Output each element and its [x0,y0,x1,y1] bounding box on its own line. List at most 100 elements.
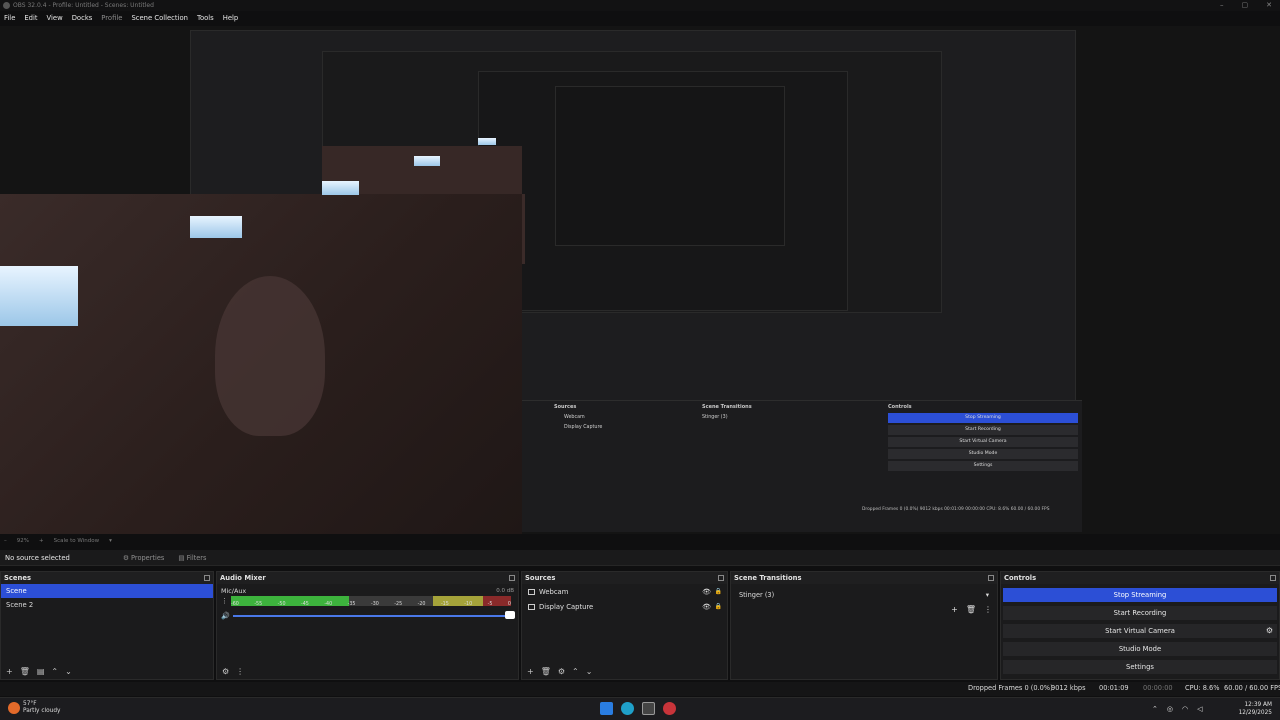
move-down-icon[interactable]: ⌄ [586,667,593,676]
channel-menu-icon[interactable]: ⋮ [221,597,228,605]
menu-scene-collection[interactable]: Scene Collection [131,14,188,22]
transition-selected: Stinger (3) [739,591,775,599]
properties-button[interactable]: ⚙ Properties [123,554,164,562]
transitions-title: Scene Transitions [734,574,802,582]
weather-text: 57°F Partly cloudy [23,701,60,715]
move-up-icon[interactable]: ⌃ [572,667,579,676]
nested-controls-title: Controls [888,404,912,410]
title-bar: OBS 32.0.4 - Profile: Untitled - Scenes:… [0,0,1280,11]
chevron-up-icon[interactable]: ⌃ [1152,705,1158,713]
sources-dock: Sources Webcam 👁 🔒 Display Capture 👁 🔒 +… [521,571,728,680]
menu-file[interactable]: File [4,14,15,22]
obs-taskbar-icon[interactable] [663,702,676,715]
zoom-out-icon[interactable]: – [4,538,7,544]
undock-icon[interactable] [988,575,994,581]
volume-icon[interactable]: ◁ [1197,705,1202,713]
start-virtual-camera-button[interactable]: Start Virtual Camera ⚙ [1003,624,1277,638]
add-icon[interactable]: + [951,605,958,614]
preview-canvas[interactable]: Sources Scene Transitions Controls Webca… [0,26,1280,534]
volume-slider[interactable] [233,615,513,617]
meter-tick: -15 [440,602,449,607]
menu-view[interactable]: View [47,14,63,22]
taskbar: 57°F Partly cloudy ⌃ ◎ ◠ ◁ 12:39 AM 12/29… [0,697,1280,720]
recursive-preview-layer [555,86,785,246]
scene-item[interactable]: Scene [1,584,213,598]
monitor-glow [414,156,440,166]
move-up-icon[interactable]: ⌃ [51,667,58,676]
mixer-menu-icon[interactable]: ⋮ [236,667,244,676]
monitor-glow [322,181,359,195]
nested-status: Dropped Frames 0 (0.0%) 9012 kbps 00:01:… [862,507,1050,512]
scene-item[interactable]: Scene 2 [1,598,213,612]
filter-icon[interactable]: ▤ [37,667,45,676]
menu-edit[interactable]: Edit [24,14,37,22]
mixer-db-value: 0.0 dB [496,588,514,594]
mixer-settings-icon[interactable]: ⚙ [222,667,229,676]
nested-virtual-camera: Start Virtual Camera [888,437,1078,447]
undock-icon[interactable] [509,575,515,581]
add-icon[interactable]: + [6,667,13,676]
network-icon[interactable]: ◎ [1167,705,1173,713]
dropped-frames: Dropped Frames 0 (0.0%) [968,684,1053,692]
undock-icon[interactable] [718,575,724,581]
wifi-icon[interactable]: ◠ [1182,705,1188,713]
filters-button[interactable]: ▤ Filters [178,554,206,562]
start-recording-button[interactable]: Start Recording [1003,606,1277,620]
scenes-toolbar: + 🗑 ▤ ⌃ ⌄ [1,665,72,677]
undock-icon[interactable] [1270,575,1276,581]
taskbar-apps [600,702,676,715]
window-title: OBS 32.0.4 - Profile: Untitled - Scenes:… [13,2,154,9]
settings-button[interactable]: Settings [1003,660,1277,674]
status-bar: Dropped Frames 0 (0.0%) 9012 kbps 00:01:… [0,682,1280,696]
windows-start-icon[interactable] [600,702,613,715]
gear-icon[interactable]: ⚙ [1266,624,1273,638]
menu-tools[interactable]: Tools [197,14,214,22]
visibility-eye-icon[interactable]: 👁 [702,588,711,596]
lock-icon[interactable]: 🔒 [715,603,722,610]
camera-icon [528,588,535,595]
weather-condition: Partly cloudy [23,708,61,714]
edge-icon[interactable] [621,702,634,715]
studio-mode-button[interactable]: Studio Mode [1003,642,1277,656]
add-icon[interactable]: + [527,667,534,676]
maximize-icon[interactable]: ▢ [1242,1,1249,9]
menu-docks[interactable]: Docks [72,14,93,22]
zoom-in-icon[interactable]: + [39,538,44,544]
gear-icon[interactable]: ⚙ [558,667,565,676]
scenes-title: Scenes [4,574,32,582]
close-icon[interactable]: ✕ [1266,1,1272,9]
chevron-down-icon[interactable]: ▾ [109,538,112,544]
scale-select[interactable]: Scale to Window [54,538,100,544]
stop-streaming-button[interactable]: Stop Streaming [1003,588,1277,602]
more-icon[interactable]: ⋮ [984,605,992,614]
trash-icon[interactable]: 🗑 [966,605,976,614]
lock-icon[interactable]: 🔒 [715,588,722,595]
meter-tick: -50 [277,602,286,607]
volume-slider-handle[interactable] [505,611,515,619]
window-controls: – ▢ ✕ [1220,1,1272,9]
meter-tick: -35 [347,602,356,607]
app-icon[interactable] [642,702,655,715]
weather-widget[interactable]: 57°F Partly cloudy [8,701,60,715]
source-toolbar: No source selected ⚙ Properties ▤ Filter… [0,550,1280,566]
nested-sources-title: Sources [554,404,577,410]
menu-profile[interactable]: Profile [101,14,122,22]
visibility-eye-icon[interactable]: 👁 [702,603,711,611]
source-item[interactable]: Webcam 👁 🔒 [522,584,727,599]
speaker-icon[interactable]: 🔊 [221,612,230,620]
trash-icon[interactable]: 🗑 [20,667,30,676]
nested-transitions-title: Scene Transitions [702,404,752,410]
fps: 60.00 / 60.00 FPS [1224,684,1280,692]
clock[interactable]: 12:39 AM 12/29/2025 [1239,701,1272,717]
nested-stop-streaming: Stop Streaming [888,413,1078,423]
minimize-icon[interactable]: – [1220,1,1224,9]
zoom-level: 92% [16,538,29,544]
trash-icon[interactable]: 🗑 [541,667,551,676]
undock-icon[interactable] [204,575,210,581]
move-down-icon[interactable]: ⌄ [65,667,72,676]
menu-help[interactable]: Help [223,14,239,22]
chevron-down-icon: ▾ [985,591,989,599]
transition-select[interactable]: Stinger (3) ▾ [736,588,992,602]
nested-source-webcam: Webcam [564,415,585,420]
source-item[interactable]: Display Capture 👁 🔒 [522,599,727,614]
